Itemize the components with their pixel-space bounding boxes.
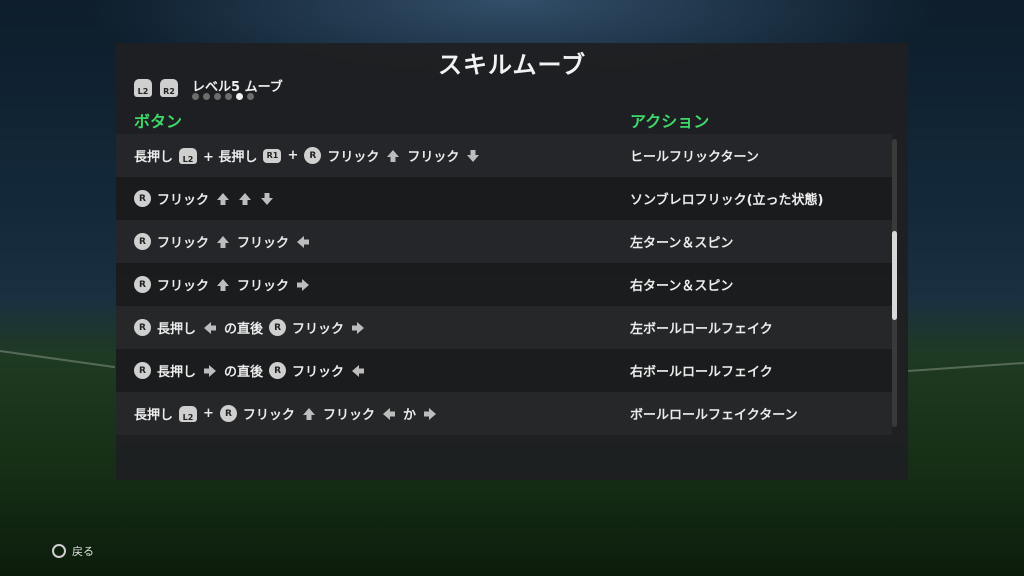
combo-text: + [287, 148, 299, 163]
arrow-left-icon [295, 234, 311, 250]
column-header-action: アクション [630, 112, 710, 131]
back-label: 戻る [72, 545, 94, 558]
page-title: スキルムーブ [437, 51, 587, 79]
skill-move-row[interactable]: R フリック フリック 右ターン＆スピン [116, 263, 892, 306]
combo-text: フリック [292, 365, 345, 380]
combo-text: か [402, 408, 416, 423]
scrollbar[interactable] [892, 139, 897, 427]
arrow-right-icon [422, 406, 438, 422]
r2-trigger-icon[interactable]: R2 [160, 79, 178, 97]
button-combo: R フリック フリック [134, 232, 311, 251]
arrow-up-icon [215, 191, 231, 207]
arrow-up-icon [237, 191, 253, 207]
skill-move-row[interactable]: R 長押し の直後 R フリック 右ボールロールフェイク [116, 349, 892, 392]
action-name: ソンブレロフリック(立った状態) [630, 193, 824, 208]
combo-text: の直後 [224, 365, 264, 380]
right-stick-icon: R [304, 147, 322, 164]
right-stick-icon: R [219, 405, 237, 422]
combo-text: フリック [292, 322, 345, 337]
right-stick-icon: R [269, 362, 287, 379]
combo-text: 長押し [157, 322, 197, 337]
l2-trigger-icon[interactable]: L2 [134, 79, 152, 97]
skill-move-list: 長押し L2 + 長押し R1 + R フリック フリック ヒールフリックターン R フリック ソンブ… [116, 134, 892, 435]
level-dot [247, 93, 254, 100]
action-name: 左ボールロールフェイク [630, 322, 773, 337]
button-combo: 長押し L2 + 長押し R1 + R フリック フリック [134, 146, 481, 165]
combo-text: 長押し [157, 365, 197, 380]
arrow-up-icon [301, 406, 317, 422]
button-combo: 長押し L2 + R フリック フリック か [134, 404, 438, 423]
combo-text: 長押し [134, 408, 174, 423]
right-stick-icon: R [134, 319, 151, 336]
combo-text: 長押し [134, 150, 174, 165]
level-dot [236, 93, 243, 100]
level-dot [203, 93, 210, 100]
combo-text: フリック [327, 150, 380, 165]
right-stick-icon: R [134, 233, 151, 250]
l2-trigger-icon: L2 [179, 405, 198, 422]
scrollbar-thumb[interactable] [892, 231, 897, 321]
l2-trigger-icon: L2 [179, 147, 198, 164]
combo-text: フリック [322, 408, 375, 423]
arrow-down-icon [259, 191, 275, 207]
arrow-right-icon [202, 363, 218, 379]
combo-text: フリック [237, 279, 290, 294]
right-stick-icon: R [134, 362, 151, 379]
arrow-right-icon [350, 320, 366, 336]
circle-button-icon [52, 544, 66, 558]
combo-text: フリック [407, 150, 460, 165]
level-dot [214, 93, 221, 100]
arrow-left-icon [381, 406, 397, 422]
level-indicator-dots [192, 93, 254, 100]
action-name: 左ターン＆スピン [630, 236, 734, 251]
button-combo: R 長押し の直後 R フリック [134, 318, 366, 337]
action-name: 右ボールロールフェイク [630, 365, 773, 380]
arrow-up-icon [385, 148, 401, 164]
arrow-left-icon [202, 320, 218, 336]
level-dot [225, 93, 232, 100]
skill-move-row[interactable]: 長押し L2 + 長押し R1 + R フリック フリック ヒールフリックターン [116, 134, 892, 177]
arrow-left-icon [350, 363, 366, 379]
combo-text: + 長押し [203, 150, 258, 165]
button-combo: R フリック [134, 189, 275, 208]
combo-text: フリック [157, 193, 210, 208]
skill-move-row[interactable]: R フリック ソンブレロフリック(立った状態) [116, 177, 892, 220]
arrow-right-icon [295, 277, 311, 293]
skill-moves-panel: スキルムーブ L2 R2 レベル5 ムーブ ボタン アクション 長押し L2 + 長… [116, 43, 908, 480]
r1-bumper-icon: R1 [263, 148, 282, 163]
skill-move-row[interactable]: R 長押し の直後 R フリック 左ボールロールフェイク [116, 306, 892, 349]
level-dot [192, 93, 199, 100]
right-stick-icon: R [134, 276, 151, 293]
right-stick-icon: R [269, 319, 287, 336]
arrow-up-icon [215, 277, 231, 293]
arrow-down-icon [465, 148, 481, 164]
skill-move-row[interactable]: R フリック フリック 左ターン＆スピン [116, 220, 892, 263]
combo-text: + [203, 406, 214, 421]
combo-text: フリック [157, 279, 210, 294]
arrow-up-icon [215, 234, 231, 250]
combo-text: フリック [242, 408, 295, 423]
action-name: ヒールフリックターン [630, 150, 759, 165]
right-stick-icon: R [134, 190, 151, 207]
back-button[interactable]: 戻る [52, 543, 94, 559]
button-combo: R 長押し の直後 R フリック [134, 361, 366, 380]
action-name: ボールロールフェイクターン [630, 408, 798, 423]
skill-move-row[interactable]: 長押し L2 + R フリック フリック か ボールロールフェイクターン [116, 392, 892, 435]
combo-text: の直後 [224, 322, 264, 337]
combo-text: フリック [237, 236, 290, 251]
combo-text: フリック [157, 236, 210, 251]
column-header-button: ボタン [134, 112, 183, 131]
button-combo: R フリック フリック [134, 275, 311, 294]
action-name: 右ターン＆スピン [630, 279, 734, 294]
